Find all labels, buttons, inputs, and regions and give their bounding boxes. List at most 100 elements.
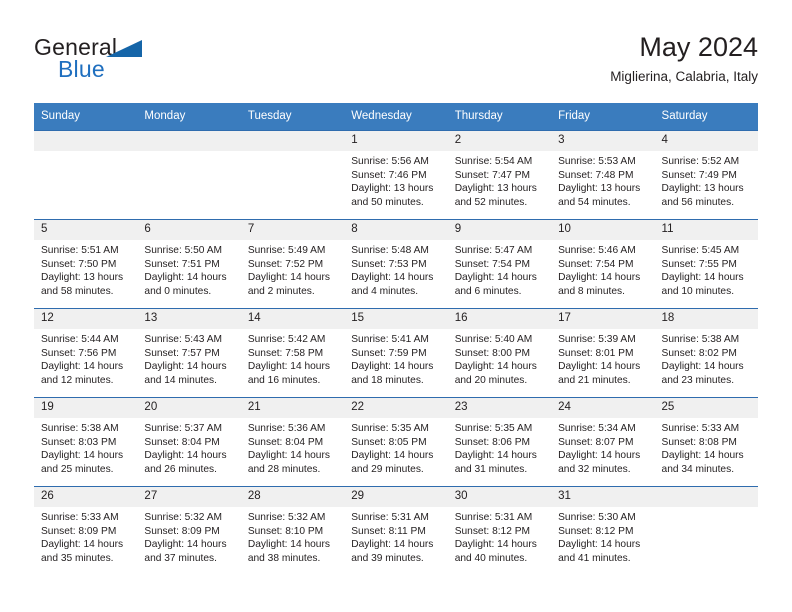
calendar-day-cell[interactable]: 6 Sunrise: 5:50 AM Sunset: 7:51 PM Daylight… bbox=[137, 219, 241, 309]
calendar-week-row: 1 Sunrise: 5:56 AM Sunset: 7:46 PM Daylight… bbox=[34, 130, 758, 220]
sunset-text: Sunset: 8:12 PM bbox=[558, 525, 634, 537]
sunrise-text: Sunrise: 5:42 AM bbox=[247, 334, 326, 345]
day-number: 18 bbox=[654, 309, 758, 329]
calendar-day-cell[interactable]: 5 Sunrise: 5:51 AM Sunset: 7:50 PM Daylight… bbox=[34, 219, 138, 309]
day-details: Sunrise: 5:47 AM Sunset: 7:54 PM Daylight:… bbox=[448, 240, 551, 298]
day-details: Sunrise: 5:43 AM Sunset: 7:57 PM Daylight:… bbox=[137, 329, 240, 387]
calendar-day-cell[interactable]: 8 Sunrise: 5:48 AM Sunset: 7:53 PM Daylight… bbox=[344, 219, 448, 309]
sunset-text: Sunset: 8:00 PM bbox=[454, 347, 531, 359]
calendar-day-cell[interactable]: 14 Sunrise: 5:42 AM Sunset: 7:58 PM Dayligh… bbox=[240, 308, 345, 398]
calendar-day-cell[interactable]: 9 Sunrise: 5:47 AM Sunset: 7:54 PM Daylight… bbox=[447, 219, 552, 309]
day-details: Sunrise: 5:38 AM Sunset: 8:02 PM Daylight:… bbox=[655, 329, 758, 387]
sunrise-text: Sunrise: 5:41 AM bbox=[351, 334, 429, 345]
day-number: 17 bbox=[551, 309, 655, 329]
calendar-day-cell[interactable]: 25 Sunrise: 5:33 AM Sunset: 8:08 PM Dayligh… bbox=[654, 397, 758, 487]
calendar-day-cell[interactable]: 3 Sunrise: 5:53 AM Sunset: 7:48 PM Daylight… bbox=[551, 130, 655, 220]
calendar-day-cell[interactable]: 15 Sunrise: 5:41 AM Sunset: 7:59 PM Dayligh… bbox=[344, 308, 448, 398]
calendar-day-cell[interactable]: 4 Sunrise: 5:52 AM Sunset: 7:49 PM Daylight… bbox=[654, 130, 758, 220]
daylight-text: Daylight: 14 hours and 20 minutes. bbox=[454, 361, 537, 386]
daylight-text: Daylight: 14 hours and 34 minutes. bbox=[661, 450, 744, 475]
daylight-text: Daylight: 14 hours and 8 minutes. bbox=[558, 272, 641, 297]
sunset-text: Sunset: 7:57 PM bbox=[144, 347, 220, 359]
day-number: 5 bbox=[34, 220, 138, 240]
title-block: May 2024 Miglierina, Calabria, Italy bbox=[610, 30, 758, 87]
calendar-day-cell-empty bbox=[654, 486, 758, 575]
day-number: 11 bbox=[654, 220, 758, 240]
calendar-day-cell[interactable]: 13 Sunrise: 5:43 AM Sunset: 7:57 PM Dayligh… bbox=[137, 308, 241, 398]
calendar-day-cell[interactable]: 28 Sunrise: 5:32 AM Sunset: 8:10 PM Dayligh… bbox=[240, 486, 345, 575]
calendar-day-cell[interactable]: 19 Sunrise: 5:38 AM Sunset: 8:03 PM Dayligh… bbox=[34, 397, 138, 487]
daylight-text: Daylight: 14 hours and 41 minutes. bbox=[558, 539, 641, 564]
sunset-text: Sunset: 8:06 PM bbox=[454, 436, 531, 448]
calendar-body: 1 Sunrise: 5:56 AM Sunset: 7:46 PM Daylight… bbox=[34, 130, 758, 575]
calendar-day-cell[interactable]: 16 Sunrise: 5:40 AM Sunset: 8:00 PM Dayligh… bbox=[447, 308, 552, 398]
day-details: Sunrise: 5:45 AM Sunset: 7:55 PM Daylight:… bbox=[655, 240, 758, 298]
calendar-day-cell[interactable]: 18 Sunrise: 5:38 AM Sunset: 8:02 PM Dayligh… bbox=[654, 308, 758, 398]
calendar-day-cell[interactable]: 17 Sunrise: 5:39 AM Sunset: 8:01 PM Dayligh… bbox=[551, 308, 655, 398]
day-number: 13 bbox=[137, 309, 241, 329]
sunrise-text: Sunrise: 5:50 AM bbox=[144, 245, 223, 256]
day-number: 21 bbox=[240, 398, 345, 418]
calendar-day-cell[interactable]: 12 Sunrise: 5:44 AM Sunset: 7:56 PM Dayligh… bbox=[34, 308, 138, 398]
calendar-day-cell[interactable]: 24 Sunrise: 5:34 AM Sunset: 8:07 PM Dayligh… bbox=[551, 397, 655, 487]
sunrise-text: Sunrise: 5:36 AM bbox=[247, 423, 326, 434]
sunset-text: Sunset: 7:51 PM bbox=[144, 258, 220, 270]
sunset-text: Sunset: 7:49 PM bbox=[661, 169, 737, 181]
calendar-day-cell[interactable]: 2 Sunrise: 5:54 AM Sunset: 7:47 PM Daylight… bbox=[447, 130, 552, 220]
calendar-day-cell[interactable]: 31 Sunrise: 5:30 AM Sunset: 8:12 PM Dayligh… bbox=[551, 486, 655, 575]
calendar-day-cell-empty bbox=[137, 130, 241, 220]
daylight-text: Daylight: 13 hours and 50 minutes. bbox=[351, 183, 434, 208]
day-details: Sunrise: 5:52 AM Sunset: 7:49 PM Daylight:… bbox=[655, 151, 758, 209]
calendar-day-cell[interactable]: 7 Sunrise: 5:49 AM Sunset: 7:52 PM Daylight… bbox=[240, 219, 345, 309]
sunrise-text: Sunrise: 5:31 AM bbox=[454, 512, 533, 523]
daylight-text: Daylight: 14 hours and 38 minutes. bbox=[247, 539, 330, 564]
day-details: Sunrise: 5:40 AM Sunset: 8:00 PM Daylight:… bbox=[448, 329, 551, 387]
day-details: Sunrise: 5:49 AM Sunset: 7:52 PM Daylight:… bbox=[241, 240, 344, 298]
sunrise-text: Sunrise: 5:35 AM bbox=[454, 423, 533, 434]
sunset-text: Sunset: 7:56 PM bbox=[41, 347, 117, 359]
calendar-day-cell[interactable]: 21 Sunrise: 5:36 AM Sunset: 8:04 PM Dayligh… bbox=[240, 397, 345, 487]
sunrise-text: Sunrise: 5:39 AM bbox=[558, 334, 636, 345]
sunrise-text: Sunrise: 5:33 AM bbox=[41, 512, 119, 523]
calendar-day-cell[interactable]: 23 Sunrise: 5:35 AM Sunset: 8:06 PM Dayligh… bbox=[447, 397, 552, 487]
day-number: 15 bbox=[344, 309, 448, 329]
calendar-day-cell[interactable]: 11 Sunrise: 5:45 AM Sunset: 7:55 PM Dayligh… bbox=[654, 219, 758, 309]
calendar-table-wrapper: Sunday Monday Tuesday Wednesday Thursday Frid… bbox=[34, 103, 758, 575]
calendar-day-cell[interactable]: 1 Sunrise: 5:56 AM Sunset: 7:46 PM Daylight… bbox=[344, 130, 448, 220]
calendar-table: Sunday Monday Tuesday Wednesday Thursday Frid… bbox=[34, 103, 758, 575]
daylight-text: Daylight: 13 hours and 52 minutes. bbox=[454, 183, 537, 208]
day-details: Sunrise: 5:39 AM Sunset: 8:01 PM Daylight:… bbox=[551, 329, 654, 387]
daylight-text: Daylight: 14 hours and 14 minutes. bbox=[144, 361, 227, 386]
day-details: Sunrise: 5:32 AM Sunset: 8:10 PM Daylight:… bbox=[241, 507, 344, 565]
daylight-text: Daylight: 14 hours and 21 minutes. bbox=[558, 361, 641, 386]
day-number: 12 bbox=[34, 309, 138, 329]
calendar-week-row: 12 Sunrise: 5:44 AM Sunset: 7:56 PM Dayligh… bbox=[34, 308, 758, 398]
day-number: 26 bbox=[34, 487, 138, 507]
daylight-text: Daylight: 14 hours and 37 minutes. bbox=[144, 539, 227, 564]
day-details: Sunrise: 5:44 AM Sunset: 7:56 PM Daylight:… bbox=[34, 329, 137, 387]
day-details: Sunrise: 5:46 AM Sunset: 7:54 PM Daylight:… bbox=[551, 240, 654, 298]
calendar-day-cell[interactable]: 22 Sunrise: 5:35 AM Sunset: 8:05 PM Dayligh… bbox=[344, 397, 448, 487]
day-number: 9 bbox=[447, 220, 552, 240]
sunset-text: Sunset: 7:46 PM bbox=[351, 169, 427, 181]
sunrise-text: Sunrise: 5:37 AM bbox=[144, 423, 223, 434]
sunrise-text: Sunrise: 5:46 AM bbox=[558, 245, 636, 256]
day-number: 28 bbox=[240, 487, 345, 507]
day-details: Sunrise: 5:33 AM Sunset: 8:08 PM Daylight:… bbox=[655, 418, 758, 476]
calendar-day-cell[interactable]: 27 Sunrise: 5:32 AM Sunset: 8:09 PM Dayligh… bbox=[137, 486, 241, 575]
day-number: 22 bbox=[344, 398, 448, 418]
calendar-day-cell[interactable]: 26 Sunrise: 5:33 AM Sunset: 8:09 PM Dayligh… bbox=[34, 486, 138, 575]
brand-logo[interactable]: General Blue bbox=[34, 34, 254, 90]
calendar-day-cell[interactable]: 29 Sunrise: 5:31 AM Sunset: 8:11 PM Dayligh… bbox=[344, 486, 448, 575]
calendar-day-cell[interactable]: 10 Sunrise: 5:46 AM Sunset: 7:54 PM Dayligh… bbox=[551, 219, 655, 309]
sunset-text: Sunset: 8:02 PM bbox=[661, 347, 737, 359]
calendar-week-row: 26 Sunrise: 5:33 AM Sunset: 8:09 PM Dayligh… bbox=[34, 486, 758, 575]
calendar-header-row: Sunday Monday Tuesday Wednesday Thursday Frid… bbox=[34, 103, 758, 131]
sunrise-text: Sunrise: 5:38 AM bbox=[661, 334, 740, 345]
calendar-day-cell[interactable]: 20 Sunrise: 5:37 AM Sunset: 8:04 PM Dayligh… bbox=[137, 397, 241, 487]
day-details: Sunrise: 5:33 AM Sunset: 8:09 PM Daylight:… bbox=[34, 507, 137, 565]
sunset-text: Sunset: 8:09 PM bbox=[144, 525, 220, 537]
calendar-day-cell[interactable]: 30 Sunrise: 5:31 AM Sunset: 8:12 PM Dayligh… bbox=[447, 486, 552, 575]
day-details: Sunrise: 5:35 AM Sunset: 8:06 PM Daylight:… bbox=[448, 418, 551, 476]
day-number: 29 bbox=[344, 487, 448, 507]
